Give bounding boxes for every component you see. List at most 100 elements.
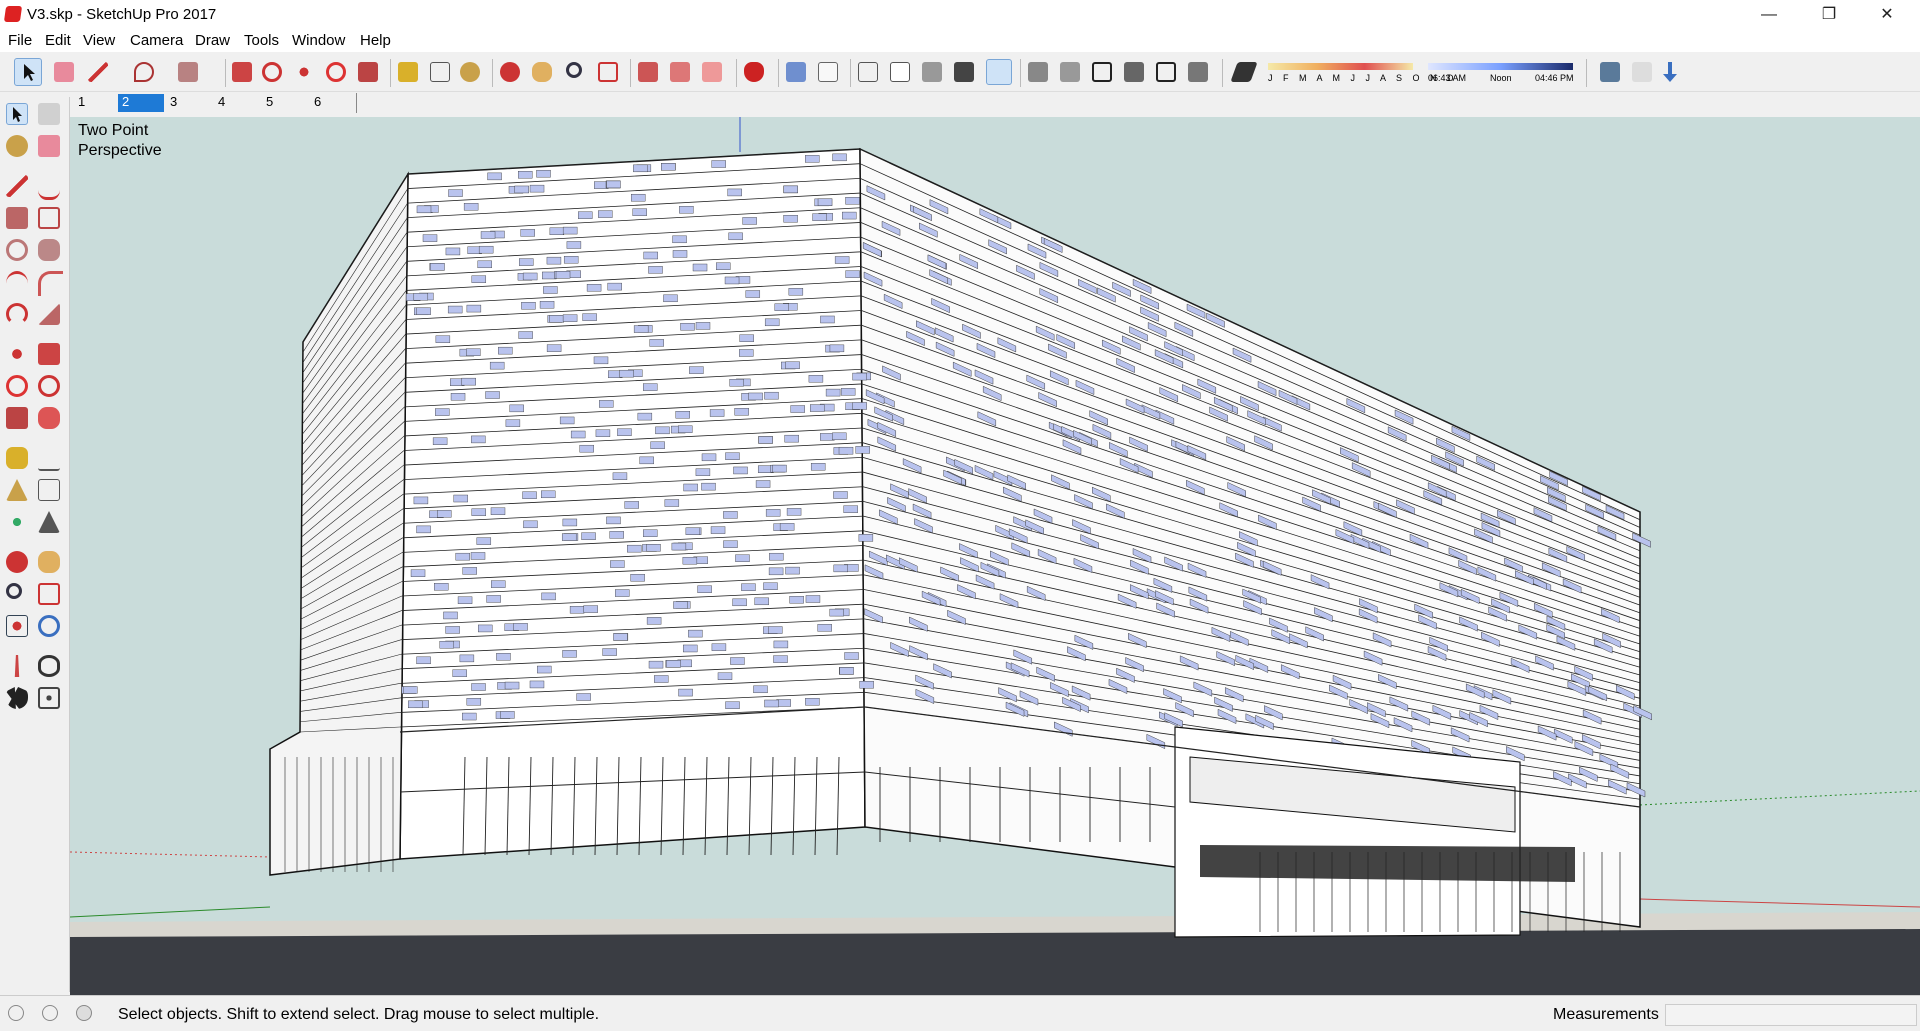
freehand-tool-icon[interactable] [38,175,60,200]
scene-tab-1[interactable]: 1 [74,94,120,112]
geo-location-icon[interactable] [8,1005,24,1021]
measurements-input[interactable] [1665,1004,1917,1026]
wireframe-icon[interactable] [858,62,878,82]
minimize-button[interactable]: — [1746,0,1792,30]
tape-measure-icon[interactable] [6,447,28,469]
xray-icon[interactable] [786,62,806,82]
previous-view-icon[interactable] [38,615,60,637]
front-view-icon[interactable] [1092,62,1112,82]
scale-icon[interactable] [6,407,28,429]
protractor-icon[interactable] [6,479,28,501]
shaded-icon[interactable] [922,62,942,82]
menu-file[interactable]: File [8,32,32,49]
drawing-viewport[interactable]: Two Point Perspective [70,117,1920,995]
back-view-icon[interactable] [1156,62,1176,82]
scene-tab-6[interactable]: 6 [310,94,356,112]
rotate-icon[interactable] [326,62,346,82]
move-icon[interactable] [6,343,28,365]
push-pull-icon[interactable] [38,343,60,365]
move-icon[interactable] [294,62,314,82]
shape-tool-icon[interactable] [178,62,198,82]
menu-bar: File Edit View Camera Draw Tools Window … [0,30,1920,52]
two-point-arc-icon[interactable] [38,271,63,296]
extension-warehouse-icon[interactable] [702,62,722,82]
toggle-terrain-icon[interactable] [1632,62,1652,82]
credits-icon[interactable] [42,1005,58,1021]
walk-icon[interactable] [6,687,28,709]
scale-icon[interactable] [358,62,378,82]
menu-window[interactable]: Window [292,32,345,49]
ruby-console-icon[interactable] [744,62,764,82]
zoom-icon[interactable] [6,583,22,599]
shadows-toggle-icon[interactable] [1230,62,1258,82]
restore-button[interactable]: ❐ [1806,0,1852,30]
menu-edit[interactable]: Edit [45,32,71,49]
add-location-icon[interactable] [1600,62,1620,82]
scene-tab-4[interactable]: 4 [214,94,260,112]
push-pull-icon[interactable] [232,62,252,82]
pan-icon[interactable] [532,62,552,82]
zoom-icon[interactable] [566,62,582,78]
menu-help[interactable]: Help [360,32,391,49]
menu-view[interactable]: View [83,32,115,49]
menu-tools[interactable]: Tools [244,32,279,49]
rotate-icon[interactable] [6,375,28,397]
make-component-icon[interactable] [38,103,60,125]
top-view-icon[interactable] [1060,62,1080,82]
follow-me-icon[interactable] [38,375,60,397]
menu-draw[interactable]: Draw [195,32,230,49]
select-tool-button[interactable] [14,58,42,86]
orbit-icon[interactable] [6,551,28,573]
paint-bucket-icon[interactable] [6,135,28,157]
zoom-extents-icon[interactable] [6,615,28,637]
iso-view-icon[interactable] [1028,62,1048,82]
shadow-month-slider[interactable] [1268,63,1413,70]
close-button[interactable]: ✕ [1864,0,1910,30]
scene-tab-3[interactable]: 3 [166,94,212,112]
eraser-icon[interactable] [38,135,60,157]
offset-icon[interactable] [38,407,60,429]
arc-tool-icon[interactable] [134,62,154,82]
text-tool-icon[interactable] [38,479,60,501]
look-around-icon[interactable] [38,655,60,677]
circle-tool-icon[interactable] [6,239,28,261]
tape-measure-icon[interactable] [398,62,418,82]
line-tool-icon[interactable] [88,62,108,82]
follow-me-icon[interactable] [262,62,282,82]
rotated-rectangle-icon[interactable] [38,207,60,229]
zoom-extents-icon[interactable] [598,62,618,82]
share-model-icon[interactable] [670,62,690,82]
user-account-icon[interactable] [76,1005,92,1021]
scene-tab-2[interactable]: 2 [118,94,164,112]
shadow-time-slider[interactable] [1428,63,1573,70]
monochrome-icon[interactable] [986,59,1012,85]
pie-tool-icon[interactable] [38,303,60,325]
line-tool-icon[interactable] [6,175,28,197]
shaded-textures-icon[interactable] [954,62,974,82]
zoom-window-icon[interactable] [38,583,60,605]
three-point-arc-icon[interactable] [6,303,28,325]
menu-camera[interactable]: Camera [130,32,183,49]
paint-bucket-icon[interactable] [460,62,480,82]
eraser-icon[interactable] [54,62,74,82]
back-edges-icon[interactable] [818,62,838,82]
orbit-icon[interactable] [500,62,520,82]
left-view-icon[interactable] [1188,62,1208,82]
text-tool-icon[interactable] [430,62,450,82]
right-view-icon[interactable] [1124,62,1144,82]
rectangle-tool-icon[interactable] [6,207,28,229]
hidden-line-icon[interactable] [890,62,910,82]
section-plane-icon[interactable] [38,687,60,709]
photo-textures-icon[interactable] [1663,62,1677,82]
polygon-tool-icon[interactable] [38,239,60,261]
scene-tab-5[interactable]: 5 [262,94,308,112]
axes-icon[interactable] [6,511,28,533]
3d-text-icon[interactable] [38,511,60,533]
pan-icon[interactable] [38,551,60,573]
camera-label-line1: Two Point [78,122,149,139]
warehouse-icon[interactable] [638,62,658,82]
position-camera-icon[interactable] [14,655,20,677]
select-tool-icon[interactable] [6,103,28,125]
arc-tool-icon[interactable] [6,271,28,296]
dimension-icon[interactable] [38,447,60,471]
